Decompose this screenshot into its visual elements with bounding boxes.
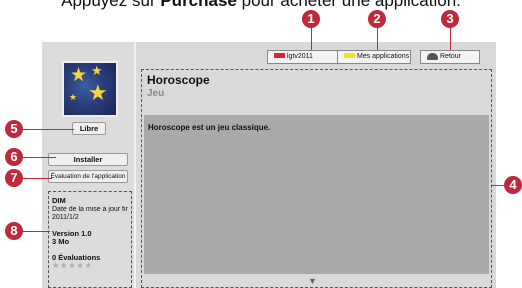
- update-label: Date de la mise à jour finale: [52, 205, 128, 213]
- callout-line: [22, 129, 74, 130]
- red-key-icon: [274, 53, 285, 59]
- callout-line: [450, 28, 451, 50]
- callout-line: [22, 178, 52, 179]
- callout-2: 2: [368, 10, 386, 28]
- callout-6: 6: [5, 148, 23, 166]
- publisher: DIM: [52, 196, 66, 205]
- app-content-area: Horoscope Jeu Horoscope est un jeu class…: [141, 69, 492, 288]
- return-icon: [427, 52, 438, 60]
- user-account-button[interactable]: lgtv2011: [267, 50, 345, 64]
- app-category: Jeu: [147, 88, 165, 99]
- update-date: 2011/1/2: [52, 214, 79, 221]
- callout-line: [22, 231, 50, 232]
- app-details-screen: ★ ★ ★ ★ Libre Installer Évaluation de l'…: [42, 42, 496, 288]
- callout-line: [22, 157, 56, 158]
- rating-stars-icon: ★★★★★: [52, 261, 93, 270]
- callout-7: 7: [5, 169, 23, 187]
- user-account-label: lgtv2011: [287, 53, 313, 60]
- callout-4: 4: [504, 176, 522, 194]
- my-apps-label: Mes applications: [357, 53, 410, 60]
- callout-1: 1: [302, 10, 320, 28]
- callout-3: 3: [441, 10, 459, 28]
- app-description: Horoscope est un jeu classique.: [148, 123, 271, 132]
- description-panel[interactable]: Horoscope est un jeu classique.: [144, 115, 489, 274]
- size: 3 Mo: [52, 237, 70, 246]
- install-button[interactable]: Installer: [48, 153, 128, 166]
- panel-divider: [134, 42, 136, 288]
- star-icon: ★: [69, 92, 78, 102]
- scroll-down-icon[interactable]: ▼: [308, 277, 317, 286]
- app-info-panel: DIM Date de la mise à jour finale 2011/1…: [48, 191, 132, 288]
- my-apps-button[interactable]: Mes applications: [337, 50, 411, 64]
- app-thumbnail-image: ★ ★ ★ ★: [62, 61, 118, 117]
- callout-line: [377, 28, 378, 50]
- star-icon: ★: [70, 65, 88, 86]
- return-label: Retour: [440, 53, 462, 60]
- callout-line: [311, 28, 312, 50]
- price-button[interactable]: Libre: [72, 122, 106, 135]
- callout-5: 5: [5, 120, 23, 138]
- app-title: Horoscope: [147, 73, 210, 87]
- callout-8: 8: [5, 222, 23, 240]
- return-button[interactable]: Retour: [420, 50, 480, 64]
- star-icon: ★: [91, 63, 103, 78]
- yellow-key-icon: [344, 53, 355, 59]
- rate-app-button[interactable]: Évaluation de l'application: [48, 170, 128, 183]
